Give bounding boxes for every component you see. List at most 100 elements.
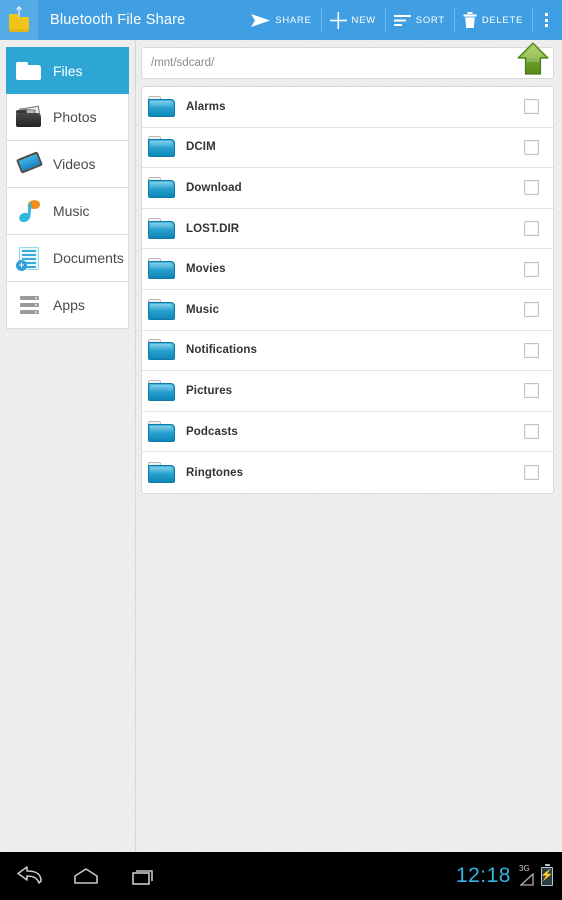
page-title: Bluetooth File Share [50, 12, 186, 28]
share-button[interactable]: SHARE [242, 0, 320, 40]
folder-icon [148, 338, 178, 362]
sort-lines-icon [393, 14, 411, 26]
photos-folder-icon [15, 104, 44, 130]
sidebar-item-label: Photos [53, 109, 97, 125]
folder-icon [148, 135, 178, 159]
delete-button[interactable]: DELETE [453, 0, 532, 40]
status-area: 12:18 3G ⚡ [456, 852, 562, 900]
sidebar-item-label: Documents [53, 250, 124, 266]
file-row[interactable]: Podcasts [142, 412, 553, 453]
film-strip-icon [15, 151, 44, 177]
sidebar-item-photos[interactable]: Photos [6, 94, 129, 141]
document-icon: + [15, 245, 44, 271]
file-checkbox[interactable] [524, 302, 539, 318]
file-row[interactable]: Ringtones [142, 452, 553, 493]
folder-icon [148, 95, 178, 119]
header-actions: SHARE NEW SORT DELETE [242, 0, 562, 40]
file-name: Music [186, 303, 220, 316]
app-window: ᛏ Bluetooth File Share SHARE NEW SORT DE… [0, 0, 562, 852]
sort-label: SORT [415, 14, 445, 26]
file-name: Pictures [186, 384, 233, 397]
recents-button[interactable] [114, 852, 171, 900]
music-note-icon [15, 198, 44, 224]
apps-stack-icon [15, 292, 44, 318]
path-input[interactable]: /mnt/sdcard/ [141, 47, 554, 79]
sidebar-item-label: Videos [53, 156, 96, 172]
file-name: Ringtones [186, 466, 244, 479]
file-row[interactable]: LOST.DIR [142, 209, 553, 250]
folder-icon [148, 379, 178, 403]
folder-icon [148, 298, 178, 322]
plus-icon [329, 11, 347, 29]
file-row[interactable]: DCIM [142, 128, 553, 169]
file-name: Podcasts [186, 425, 238, 438]
file-list: Alarms DCIM Download LOST.DIR Movies Music Not… [141, 86, 554, 494]
navigate-up-button[interactable] [515, 41, 551, 77]
folder-icon [148, 176, 178, 200]
file-checkbox[interactable] [524, 99, 539, 115]
file-checkbox[interactable] [524, 465, 539, 481]
sort-button[interactable]: SORT [384, 0, 454, 40]
home-button[interactable] [57, 852, 114, 900]
sidebar-nav-list: Files Photos Videos Music + Documents Ap… [0, 40, 135, 329]
file-name: Download [186, 181, 242, 194]
file-row[interactable]: Download [142, 168, 553, 209]
sidebar-item-label: Files [53, 62, 83, 79]
back-button[interactable] [0, 852, 57, 900]
sidebar-item-label: Apps [53, 297, 85, 313]
back-arrow-icon [16, 866, 42, 884]
file-checkbox[interactable] [524, 180, 539, 196]
sidebar-item-music[interactable]: Music [6, 188, 129, 235]
sidebar-item-label: Music [53, 203, 90, 219]
file-checkbox[interactable] [524, 383, 539, 399]
folder-icon [148, 257, 178, 281]
new-button[interactable]: NEW [320, 0, 385, 40]
clock: 12:18 [455, 864, 511, 887]
file-checkbox[interactable] [524, 424, 539, 440]
file-checkbox[interactable] [524, 342, 539, 358]
file-row[interactable]: Notifications [142, 331, 553, 372]
folder-icon [9, 14, 29, 32]
sidebar-item-files[interactable]: Files [6, 47, 129, 94]
folder-icon [148, 420, 178, 444]
file-name: DCIM [186, 141, 216, 154]
delete-label: DELETE [481, 14, 523, 26]
arrow-up-icon [517, 42, 549, 75]
sidebar-item-videos[interactable]: Videos [6, 141, 129, 188]
recents-icon [131, 870, 153, 885]
content-area: /mnt/sdcard/ Alarms DCIM Download LOST.D… [136, 40, 562, 852]
folder-icon [148, 217, 178, 241]
file-row[interactable]: Pictures [142, 371, 553, 412]
sidebar-item-documents[interactable]: + Documents [6, 235, 129, 282]
overflow-menu-icon [545, 13, 548, 27]
signal-indicator: 3G [518, 865, 538, 887]
trash-icon [463, 11, 477, 28]
path-bar-container: /mnt/sdcard/ [136, 40, 562, 79]
file-name: Alarms [186, 100, 226, 113]
app-icon: ᛏ [0, 0, 38, 40]
sidebar-item-apps[interactable]: Apps [6, 282, 129, 329]
share-label: SHARE [275, 14, 312, 26]
network-type-label: 3G [519, 864, 530, 873]
file-checkbox[interactable] [524, 221, 539, 237]
file-row[interactable]: Music [142, 290, 553, 331]
overflow-menu-button[interactable] [532, 0, 560, 40]
sidebar: Files Photos Videos Music + Documents Ap… [0, 40, 136, 852]
file-row[interactable]: Alarms [142, 87, 553, 128]
path-text: /mnt/sdcard/ [151, 57, 215, 69]
system-navigation-bar: 12:18 3G ⚡ [0, 852, 562, 900]
file-row[interactable]: Movies [142, 249, 553, 290]
signal-triangle-icon [520, 873, 534, 886]
file-checkbox[interactable] [524, 261, 539, 277]
send-icon [251, 13, 271, 27]
file-name: Movies [186, 263, 226, 276]
folder-icon [15, 58, 44, 84]
file-name: LOST.DIR [186, 222, 240, 235]
new-label: NEW [351, 14, 376, 26]
body: Files Photos Videos Music + Documents Ap… [0, 40, 562, 852]
file-checkbox[interactable] [524, 139, 539, 155]
battery-charging-icon: ⚡ [540, 864, 554, 886]
file-name: Notifications [186, 344, 257, 357]
home-icon [73, 868, 98, 884]
folder-icon [148, 461, 178, 485]
